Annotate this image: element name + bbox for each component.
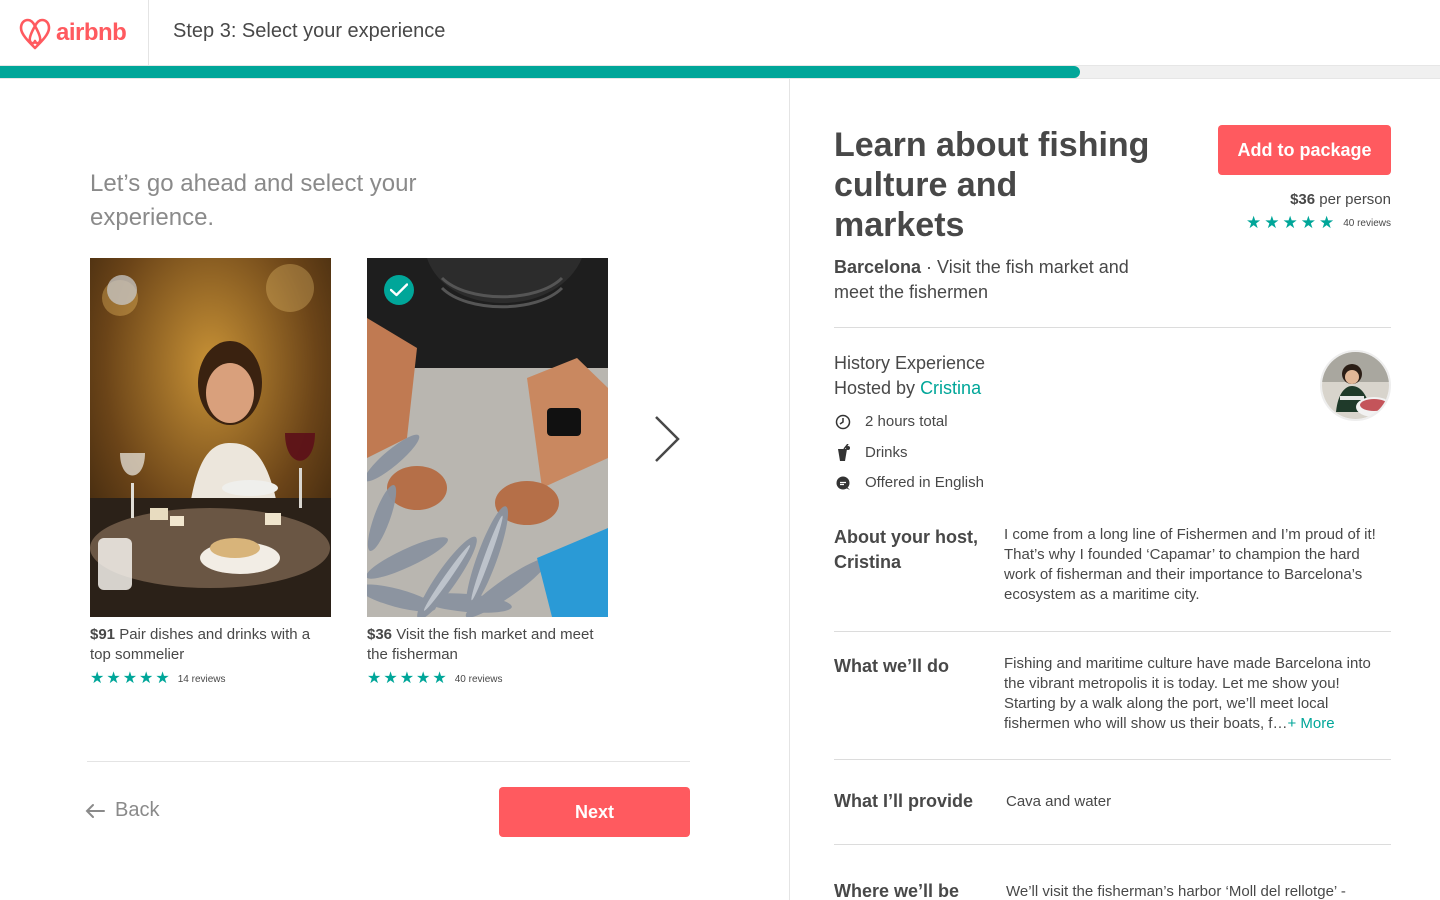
section-divider bbox=[834, 631, 1391, 632]
what-we-do-heading: What we’ll do bbox=[834, 656, 949, 676]
progress-bar bbox=[0, 65, 1440, 79]
star-icon: ★ bbox=[155, 670, 170, 687]
chevron-right-icon bbox=[655, 416, 680, 462]
where-text: We’ll visit the fisherman’s harbor ‘Moll… bbox=[1006, 883, 1346, 900]
fact-language: Offered in English bbox=[834, 474, 984, 491]
price-unit: per person bbox=[1319, 191, 1391, 208]
section-divider bbox=[834, 759, 1391, 760]
where-heading: Where we’ll be bbox=[834, 881, 960, 900]
card-price: $36 bbox=[367, 626, 393, 643]
card-rating: ★ ★ ★ ★ ★ 14 reviews bbox=[90, 671, 331, 687]
selected-check[interactable] bbox=[384, 275, 414, 305]
add-to-package-button[interactable]: Add to package bbox=[1218, 125, 1391, 175]
chat-bubble-icon bbox=[834, 474, 851, 491]
star-icon: ★ bbox=[1318, 213, 1335, 232]
brand-wordmark: airbnb bbox=[56, 19, 127, 46]
star-icon: ★ bbox=[122, 670, 138, 687]
fact-label: Offered in English bbox=[865, 474, 984, 491]
star-icon: ★ bbox=[1245, 213, 1262, 232]
arrow-left-icon bbox=[85, 803, 105, 818]
star-icon: ★ bbox=[1282, 213, 1298, 232]
progress-bar-fill bbox=[0, 66, 1080, 78]
fact-drinks: Drinks bbox=[834, 443, 908, 461]
checkmark-icon bbox=[390, 283, 408, 297]
fish-market-photo[interactable] bbox=[367, 258, 608, 617]
city-name: Barcelona bbox=[834, 257, 922, 277]
experience-subtitle: Barcelona · Visit the fish market and me… bbox=[834, 257, 1129, 302]
about-host-heading: About your host, Cristina bbox=[834, 527, 978, 572]
star-icon: ★ bbox=[416, 670, 431, 687]
star-icon: ★ bbox=[383, 670, 398, 687]
card-title: Pair dishes and drinks with a top sommel… bbox=[90, 626, 311, 663]
star-icon: ★ bbox=[1264, 213, 1280, 232]
airbnb-logo[interactable]: airbnb bbox=[18, 14, 127, 52]
star-icon: ★ bbox=[367, 670, 382, 687]
selection-pane: Let’s go ahead and select your experienc… bbox=[0, 79, 790, 900]
card-caption: $36 Visit the fish market and meet the f… bbox=[367, 625, 608, 665]
experience-detail-pane: Learn about fishing culture and markets … bbox=[790, 79, 1440, 900]
review-count: 14 reviews bbox=[177, 673, 226, 685]
sommelier-photo[interactable] bbox=[90, 258, 331, 617]
fact-label: Drinks bbox=[865, 444, 908, 461]
more-link[interactable]: + More bbox=[1287, 715, 1334, 732]
footer-divider bbox=[87, 761, 690, 762]
hosted-by-label: Hosted by bbox=[834, 378, 916, 398]
section-divider bbox=[834, 327, 1391, 328]
section-divider bbox=[834, 844, 1391, 845]
fisherman-scene-image bbox=[367, 258, 608, 617]
detail-price: $36 bbox=[1290, 191, 1316, 208]
fact-label: 2 hours total bbox=[865, 413, 948, 430]
review-count: 40 reviews bbox=[1343, 217, 1391, 229]
top-bar: airbnb Step 3: Select your experience bbox=[0, 0, 1440, 65]
star-icon: ★ bbox=[90, 670, 105, 687]
experience-type: History Experience bbox=[834, 353, 986, 373]
card-rating: ★ ★ ★ ★ ★ 40 reviews bbox=[367, 671, 608, 687]
price-per-person: $36 per person bbox=[1290, 191, 1391, 208]
what-i-provide-text: Cava and water bbox=[1006, 793, 1112, 810]
back-button[interactable]: Back bbox=[85, 799, 159, 822]
about-host-text: I come from a long line of Fishermen and… bbox=[1004, 526, 1376, 603]
clock-icon bbox=[834, 413, 851, 430]
carousel-next-button[interactable] bbox=[648, 414, 688, 464]
intro-text: Let’s go ahead and select your experienc… bbox=[90, 170, 417, 231]
card-caption: $91 Pair dishes and drinks with a top so… bbox=[90, 625, 331, 665]
experience-card[interactable]: $91 Pair dishes and drinks with a top so… bbox=[90, 258, 331, 687]
next-button[interactable]: Next bbox=[499, 787, 690, 837]
fact-duration: 2 hours total bbox=[834, 413, 948, 430]
star-icon: ★ bbox=[1300, 213, 1316, 232]
select-toggle[interactable] bbox=[107, 275, 137, 305]
experience-title: Learn about fishing culture and markets bbox=[834, 126, 1150, 244]
hosted-by: Hosted by Cristina bbox=[834, 376, 981, 401]
experience-card[interactable]: $36 Visit the fish market and meet the f… bbox=[367, 258, 608, 687]
header-divider bbox=[148, 0, 149, 65]
star-icon: ★ bbox=[432, 670, 447, 687]
host-name-link[interactable]: Cristina bbox=[920, 378, 981, 398]
card-price: $91 bbox=[90, 626, 116, 643]
what-i-provide-heading: What I’ll provide bbox=[834, 791, 974, 811]
host-avatar[interactable] bbox=[1320, 350, 1391, 421]
review-count: 40 reviews bbox=[454, 673, 503, 685]
airbnb-belo-icon bbox=[19, 18, 51, 50]
detail-rating: ★ ★ ★ ★ ★ 40 reviews bbox=[1245, 213, 1391, 232]
star-icon: ★ bbox=[106, 670, 121, 687]
card-title: Visit the fish market and meet the fishe… bbox=[367, 626, 594, 663]
restaurant-scene-image bbox=[90, 258, 331, 617]
back-label: Back bbox=[115, 799, 160, 821]
what-we-do-text: Fishing and maritime culture have made B… bbox=[1004, 654, 1384, 734]
step-title: Step 3: Select your experience bbox=[173, 20, 446, 42]
drink-icon bbox=[834, 443, 851, 461]
star-icon: ★ bbox=[399, 670, 415, 687]
star-icon: ★ bbox=[139, 670, 154, 687]
host-photo bbox=[1322, 352, 1389, 419]
